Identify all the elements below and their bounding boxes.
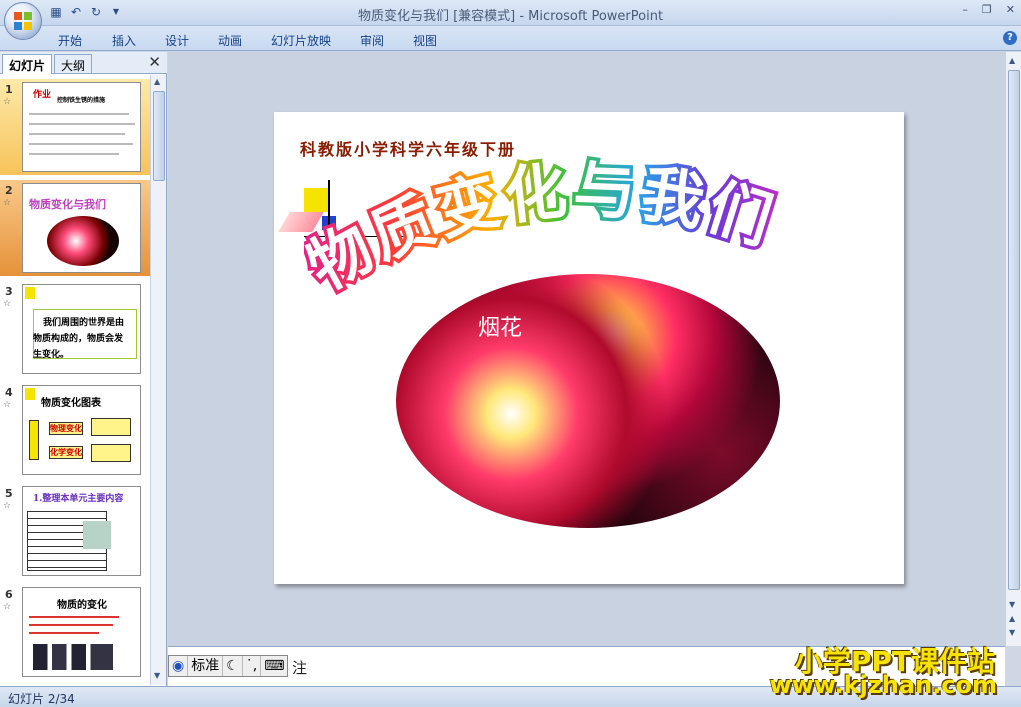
window-title: 物质变化与我们 [兼容模式] - Microsoft PowerPoint bbox=[357, 9, 664, 24]
office-logo-icon bbox=[14, 12, 33, 31]
minimize-icon[interactable]: – bbox=[962, 3, 968, 16]
slide-counter: 幻灯片 2/34 bbox=[8, 692, 75, 706]
previous-slide-icon[interactable]: ▲ bbox=[1009, 614, 1015, 623]
office-button[interactable] bbox=[4, 2, 42, 40]
slide-editor: 科教版小学科学六年级下册 物质变化与我们 烟花 bbox=[168, 52, 1005, 646]
thumbnails-scrollbar[interactable]: ▲ ▼ bbox=[150, 75, 166, 685]
animation-icon: ☆ bbox=[3, 97, 12, 107]
thumb-label: 化学变化 bbox=[49, 446, 83, 459]
slide-number: 1 bbox=[5, 83, 13, 96]
restore-icon[interactable]: ❐ bbox=[982, 3, 992, 16]
watermark-url: www.kjzhan.com bbox=[769, 671, 997, 699]
slide-thumbnail-1[interactable]: 1 ☆ 作业 控制铁生锈的措施 bbox=[0, 79, 150, 175]
close-icon[interactable]: ✕ bbox=[1006, 3, 1015, 16]
slide-preview: 物质的变化 bbox=[22, 587, 141, 677]
image-caption: 烟花 bbox=[478, 316, 523, 341]
thumb-subtitle: 控制铁生锈的措施 bbox=[57, 97, 106, 104]
title-bar: ▦ ↶ ↻ ▼ 物质变化与我们 [兼容模式] - Microsoft Power… bbox=[0, 0, 1021, 40]
scroll-down-icon[interactable]: ▼ bbox=[1009, 600, 1015, 609]
slide-thumbnail-2[interactable]: 2 ☆ 物质变化与我们 bbox=[0, 180, 150, 276]
next-slide-icon[interactable]: ▼ bbox=[1009, 628, 1015, 637]
animation-icon: ☆ bbox=[3, 400, 12, 410]
slide-thumbnail-4[interactable]: 4 ☆ 物质变化图表 物理变化 化学变化 bbox=[0, 382, 150, 478]
slides-pane: 幻灯片 大纲 ✕ 1 ☆ 作业 控制铁生锈的措施 2 ☆ 物质变化与我们 3 ☆… bbox=[0, 52, 167, 686]
scrollbar-thumb[interactable] bbox=[153, 91, 165, 181]
slide-preview: 物质变化与我们 bbox=[22, 183, 141, 273]
notes-placeholder[interactable]: 注 bbox=[292, 657, 307, 678]
thumb-title: 物质的变化 bbox=[57, 600, 107, 611]
ribbon-tabs: 开始 插入 设计 动画 幻灯片放映 审阅 视图 ? bbox=[0, 26, 1021, 51]
animation-icon: ☆ bbox=[3, 602, 12, 612]
tab-slideshow[interactable]: 幻灯片放映 bbox=[271, 32, 331, 49]
main-scrollbar[interactable]: ▲ ▼ ▲ ▼ bbox=[1005, 52, 1021, 646]
ime-mode[interactable]: 标准 bbox=[188, 656, 224, 676]
slide-number: 2 bbox=[5, 184, 13, 197]
current-slide[interactable]: 科教版小学科学六年级下册 物质变化与我们 烟花 bbox=[274, 112, 904, 584]
tab-design[interactable]: 设计 bbox=[165, 32, 189, 49]
half-width-icon[interactable]: ☾ bbox=[223, 656, 243, 676]
slide-preview: 1.整理本单元主要内容 bbox=[22, 486, 141, 576]
scroll-up-icon[interactable]: ▲ bbox=[154, 77, 160, 86]
tab-slides[interactable]: 幻灯片 bbox=[2, 54, 53, 74]
slide-number: 4 bbox=[5, 386, 13, 399]
thumb-title: 作业 bbox=[33, 90, 52, 100]
animation-icon: ☆ bbox=[3, 299, 12, 309]
slide-thumbnail-5[interactable]: 5 ☆ 1.整理本单元主要内容 bbox=[0, 483, 150, 579]
slide-preview: 我们周围的世界是由 物质构成的，物质会发 生变化。 bbox=[22, 284, 141, 374]
scroll-up-icon[interactable]: ▲ bbox=[1009, 56, 1015, 65]
soft-keyboard-icon[interactable]: ⌨ bbox=[261, 656, 287, 676]
tab-animation[interactable]: 动画 bbox=[218, 32, 242, 49]
thumb-title: 1.整理本单元主要内容 bbox=[33, 494, 124, 504]
slide-number: 5 bbox=[5, 487, 13, 500]
slide-preview: 作业 控制铁生锈的措施 bbox=[22, 82, 141, 172]
scrollbar-thumb[interactable] bbox=[1008, 70, 1020, 590]
pane-tabs: 幻灯片 大纲 ✕ bbox=[0, 52, 167, 74]
window-controls: – ❐ ✕ bbox=[962, 3, 1015, 16]
slide-thumbnail-6[interactable]: 6 ☆ 物质的变化 bbox=[0, 584, 150, 680]
ime-logo-icon[interactable]: ◉ bbox=[169, 656, 189, 676]
close-pane-icon[interactable]: ✕ bbox=[148, 53, 161, 71]
scroll-down-icon[interactable]: ▼ bbox=[154, 671, 160, 680]
slide-thumbnail-3[interactable]: 3 ☆ 我们周围的世界是由 物质构成的，物质会发 生变化。 bbox=[0, 281, 150, 377]
tab-review[interactable]: 审阅 bbox=[360, 32, 384, 49]
thumb-title: 物质变化图表 bbox=[41, 398, 101, 409]
thumb-text-line: 物质构成的，物质会发 bbox=[33, 334, 124, 344]
animation-icon: ☆ bbox=[3, 198, 12, 208]
slide-number: 6 bbox=[5, 588, 13, 601]
animation-icon: ☆ bbox=[3, 501, 12, 511]
thumb-text-line: 生变化。 bbox=[33, 350, 70, 360]
help-icon[interactable]: ? bbox=[1003, 31, 1017, 45]
tab-insert[interactable]: 插入 bbox=[112, 32, 136, 49]
thumb-label: 物理变化 bbox=[49, 422, 83, 435]
slide-number: 3 bbox=[5, 285, 13, 298]
punctuation-icon[interactable]: ˙, bbox=[243, 656, 262, 676]
slide-preview: 物质变化图表 物理变化 化学变化 bbox=[22, 385, 141, 475]
thumb-text-line: 我们周围的世界是由 bbox=[43, 318, 125, 328]
ime-toolbar: ◉ 标准 ☾ ˙, ⌨ bbox=[168, 655, 289, 677]
slide-thumbnails: 1 ☆ 作业 控制铁生锈的措施 2 ☆ 物质变化与我们 3 ☆ 我们周围的世界是… bbox=[0, 75, 150, 685]
tab-home[interactable]: 开始 bbox=[58, 32, 82, 49]
firework-image[interactable]: 烟花 bbox=[396, 274, 780, 528]
thumb-title: 物质变化与我们 bbox=[29, 198, 106, 211]
tab-view[interactable]: 视图 bbox=[413, 32, 437, 49]
tab-outline[interactable]: 大纲 bbox=[54, 54, 93, 74]
